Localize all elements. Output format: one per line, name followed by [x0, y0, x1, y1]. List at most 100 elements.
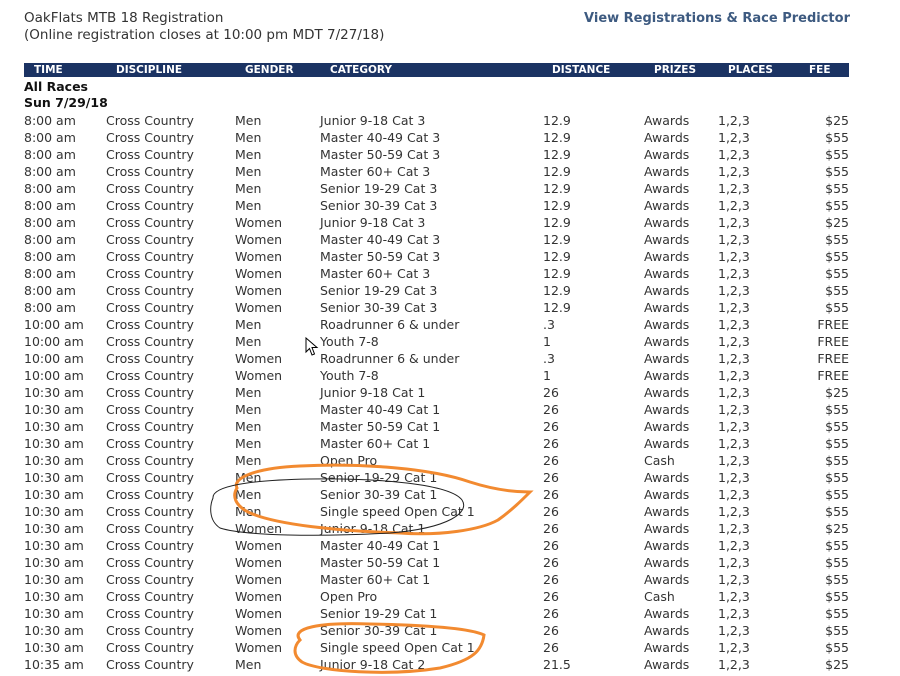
- cell-places: 1,2,3: [718, 470, 750, 485]
- cell-places: 1,2,3: [718, 419, 750, 434]
- cell-gender: Men: [235, 487, 262, 502]
- cell-places: 1,2,3: [718, 181, 750, 196]
- table-row: 8:00 am Cross Country Women Master 40-49 Ca…: [24, 231, 849, 248]
- cell-gender: Men: [235, 504, 262, 519]
- cell-distance: 1: [543, 334, 551, 349]
- cell-prizes: Awards: [644, 538, 690, 553]
- table-row: 10:00 am Cross Country Men Youth 7-8 1 Awards…: [24, 333, 849, 350]
- cell-discipline: Cross Country: [106, 589, 194, 604]
- col-gender[interactable]: GENDER: [245, 64, 294, 76]
- cell-gender: Men: [235, 164, 262, 179]
- cell-distance: 12.9: [543, 198, 571, 213]
- cell-fee: FREE: [817, 368, 849, 383]
- cell-prizes: Awards: [644, 521, 690, 536]
- cell-discipline: Cross Country: [106, 436, 194, 451]
- group-label: All Races: [24, 79, 88, 94]
- col-distance[interactable]: DISTANCE: [552, 64, 610, 76]
- cell-time: 10:30 am: [24, 419, 84, 434]
- cell-distance: 26: [543, 555, 559, 570]
- cell-prizes: Awards: [644, 555, 690, 570]
- col-category[interactable]: CATEGORY: [330, 64, 392, 76]
- cell-fee: $55: [825, 436, 849, 451]
- cell-places: 1,2,3: [718, 538, 750, 553]
- cell-gender: Women: [235, 589, 283, 604]
- cell-fee: $55: [825, 232, 849, 247]
- races-table-body: 8:00 am Cross Country Men Junior 9-18 Cat 3…: [24, 112, 849, 673]
- cell-discipline: Cross Country: [106, 657, 194, 672]
- cell-category: Roadrunner 6 & under: [320, 351, 460, 366]
- cell-discipline: Cross Country: [106, 572, 194, 587]
- cell-time: 10:30 am: [24, 555, 84, 570]
- cell-places: 1,2,3: [718, 385, 750, 400]
- table-row: 10:30 am Cross Country Men Master 40-49 Cat…: [24, 401, 849, 418]
- table-row: 10:30 am Cross Country Women Single speed O…: [24, 639, 849, 656]
- col-places[interactable]: PLACES: [728, 64, 773, 76]
- cell-time: 10:30 am: [24, 589, 84, 604]
- table-row: 8:00 am Cross Country Men Master 40-49 Cat …: [24, 129, 849, 146]
- cell-gender: Men: [235, 453, 262, 468]
- table-row: 8:00 am Cross Country Women Junior 9-18 Cat…: [24, 214, 849, 231]
- table-row: 8:00 am Cross Country Men Senior 30-39 Cat …: [24, 197, 849, 214]
- view-registrations-link[interactable]: View Registrations & Race Predictor: [584, 11, 850, 26]
- cell-prizes: Awards: [644, 181, 690, 196]
- cell-category: Master 50-59 Cat 1: [320, 419, 441, 434]
- cell-discipline: Cross Country: [106, 368, 194, 383]
- cell-prizes: Awards: [644, 385, 690, 400]
- cell-discipline: Cross Country: [106, 130, 194, 145]
- cell-fee: $25: [825, 215, 849, 230]
- cell-time: 10:30 am: [24, 436, 84, 451]
- cell-distance: 12.9: [543, 113, 571, 128]
- table-row: 8:00 am Cross Country Women Senior 19-29 Ca…: [24, 282, 849, 299]
- cell-places: 1,2,3: [718, 657, 750, 672]
- cell-category: Senior 30-39 Cat 1: [320, 623, 438, 638]
- cell-prizes: Awards: [644, 504, 690, 519]
- cell-time: 8:00 am: [24, 113, 76, 128]
- cell-places: 1,2,3: [718, 198, 750, 213]
- cell-distance: 21.5: [543, 657, 571, 672]
- cell-category: Junior 9-18 Cat 1: [320, 385, 426, 400]
- cell-time: 10:00 am: [24, 334, 84, 349]
- cell-category: Master 60+ Cat 3: [320, 164, 431, 179]
- cell-places: 1,2,3: [718, 436, 750, 451]
- table-header: TIME DISCIPLINE GENDER CATEGORY DISTANCE…: [24, 63, 849, 77]
- cell-discipline: Cross Country: [106, 351, 194, 366]
- cell-places: 1,2,3: [718, 130, 750, 145]
- cell-gender: Men: [235, 402, 262, 417]
- cell-prizes: Awards: [644, 436, 690, 451]
- cell-fee: $55: [825, 402, 849, 417]
- cell-category: Master 60+ Cat 3: [320, 266, 431, 281]
- table-row: 10:00 am Cross Country Men Roadrunner 6 & u…: [24, 316, 849, 333]
- cell-prizes: Awards: [644, 606, 690, 621]
- cell-fee: $55: [825, 623, 849, 638]
- cell-prizes: Cash: [644, 589, 675, 604]
- col-fee[interactable]: FEE: [809, 64, 831, 76]
- cell-gender: Women: [235, 640, 283, 655]
- cell-category: Open Pro: [320, 453, 378, 468]
- cell-discipline: Cross Country: [106, 555, 194, 570]
- cell-discipline: Cross Country: [106, 232, 194, 247]
- col-time[interactable]: TIME: [34, 64, 63, 76]
- cell-prizes: Awards: [644, 249, 690, 264]
- table-row: 10:00 am Cross Country Women Youth 7-8 1 Awar…: [24, 367, 849, 384]
- col-discipline[interactable]: DISCIPLINE: [116, 64, 182, 76]
- cell-distance: 26: [543, 470, 559, 485]
- cell-discipline: Cross Country: [106, 334, 194, 349]
- cell-category: Single speed Open Cat 1: [320, 504, 475, 519]
- cell-time: 10:00 am: [24, 368, 84, 383]
- cell-fee: $55: [825, 147, 849, 162]
- cell-places: 1,2,3: [718, 351, 750, 366]
- cell-discipline: Cross Country: [106, 266, 194, 281]
- cell-prizes: Awards: [644, 487, 690, 502]
- cell-category: Senior 30-39 Cat 3: [320, 198, 438, 213]
- col-prizes[interactable]: PRIZES: [654, 64, 696, 76]
- cell-time: 10:30 am: [24, 572, 84, 587]
- cell-time: 10:30 am: [24, 538, 84, 553]
- cell-gender: Women: [235, 351, 283, 366]
- cell-places: 1,2,3: [718, 555, 750, 570]
- table-row: 8:00 am Cross Country Women Master 50-59 Ca…: [24, 248, 849, 265]
- cell-gender: Men: [235, 317, 262, 332]
- table-row: 10:30 am Cross Country Women Senior 19-29 C…: [24, 605, 849, 622]
- registration-deadline: (Online registration closes at 10:00 pm …: [24, 27, 385, 43]
- cell-category: Junior 9-18 Cat 2: [320, 657, 426, 672]
- cell-places: 1,2,3: [718, 606, 750, 621]
